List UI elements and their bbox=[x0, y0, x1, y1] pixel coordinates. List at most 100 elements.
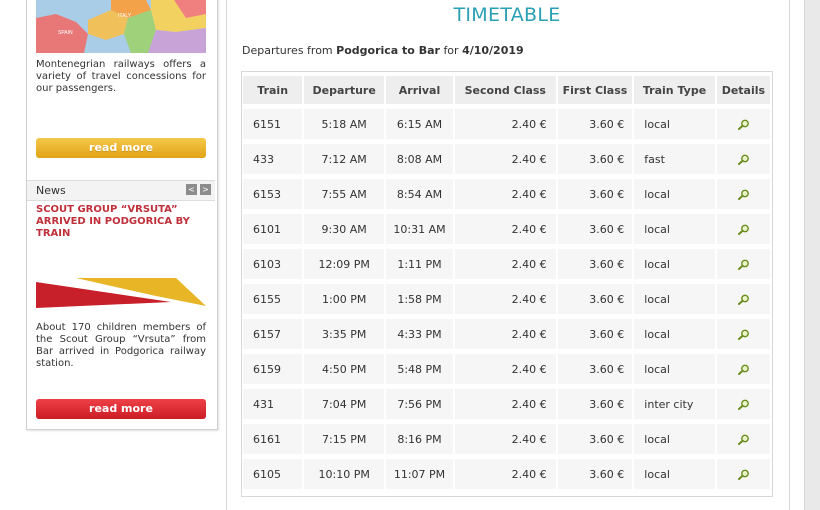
cell-arrival: 11:07 PM bbox=[386, 459, 453, 489]
cell-train: 6151 bbox=[243, 109, 303, 139]
cell-first-class: 3.60 € bbox=[557, 214, 633, 244]
cell-train-type: local bbox=[634, 319, 715, 349]
table-row: 6153 7:55 AM 8:54 AM 2.40 €3.60 € local bbox=[243, 179, 770, 209]
news-header: News < > bbox=[27, 180, 215, 201]
read-more-button-news[interactable]: read more bbox=[36, 399, 206, 419]
cell-departure: 3:35 PM bbox=[304, 319, 385, 349]
cell-second-class: 2.40 € bbox=[455, 109, 556, 139]
cell-train: 433 bbox=[243, 144, 303, 174]
cell-departure: 7:12 AM bbox=[304, 144, 385, 174]
cell-train: 6153 bbox=[243, 179, 303, 209]
cell-departure: 10:10 PM bbox=[304, 459, 385, 489]
cell-second-class: 2.40 € bbox=[455, 144, 556, 174]
cell-arrival: 4:33 PM bbox=[386, 319, 453, 349]
cell-arrival: 1:58 PM bbox=[386, 284, 453, 314]
cell-departure: 4:50 PM bbox=[304, 354, 385, 384]
map-label-italy: ITALY bbox=[118, 13, 132, 19]
table-row: 6161 7:15 PM 8:16 PM 2.40 €3.60 € local bbox=[243, 424, 770, 454]
column-header-first-class: First Class bbox=[557, 76, 633, 104]
cell-departure: 12:09 PM bbox=[304, 249, 385, 279]
cell-arrival: 7:56 PM bbox=[386, 389, 453, 419]
cell-departure: 7:04 PM bbox=[304, 389, 385, 419]
cell-second-class: 2.40 € bbox=[455, 214, 556, 244]
table-row: 6159 4:50 PM 5:48 PM 2.40 €3.60 € local bbox=[243, 354, 770, 384]
route-name: Podgorica to Bar bbox=[336, 44, 440, 57]
column-header-departure: Departure bbox=[304, 76, 385, 104]
cell-first-class: 3.60 € bbox=[557, 249, 633, 279]
cell-train-type: local bbox=[634, 459, 715, 489]
magnifier-icon[interactable] bbox=[737, 469, 750, 480]
cell-arrival: 1:11 PM bbox=[386, 249, 453, 279]
magnifier-icon[interactable] bbox=[737, 434, 750, 445]
route-date: 4/10/2019 bbox=[462, 44, 524, 57]
magnifier-icon[interactable] bbox=[737, 364, 750, 375]
table-row: 6151 5:18 AM 6:15 AM 2.40 €3.60 € local bbox=[243, 109, 770, 139]
date-prefix: for bbox=[443, 44, 459, 57]
cell-details bbox=[716, 179, 770, 209]
cell-second-class: 2.40 € bbox=[455, 179, 556, 209]
cell-train-type: fast bbox=[634, 144, 715, 174]
cell-details bbox=[716, 144, 770, 174]
cell-train-type: inter city bbox=[634, 389, 715, 419]
table-header-row: Train Departure Arrival Second Class Fir… bbox=[243, 76, 770, 104]
cell-details bbox=[716, 319, 770, 349]
cell-details bbox=[716, 109, 770, 139]
cell-train: 6159 bbox=[243, 354, 303, 384]
cell-arrival: 8:08 AM bbox=[386, 144, 453, 174]
magnifier-icon[interactable] bbox=[737, 329, 750, 340]
news-logo-graphic bbox=[36, 276, 206, 312]
cell-details bbox=[716, 424, 770, 454]
cell-train-type: local bbox=[634, 249, 715, 279]
read-more-button-promo[interactable]: read more bbox=[36, 138, 206, 158]
cell-train: 431 bbox=[243, 389, 303, 419]
cell-train: 6103 bbox=[243, 249, 303, 279]
cell-second-class: 2.40 € bbox=[455, 249, 556, 279]
timetable-table-container: Train Departure Arrival Second Class Fir… bbox=[241, 71, 773, 497]
cell-second-class: 2.40 € bbox=[455, 424, 556, 454]
magnifier-icon[interactable] bbox=[737, 294, 750, 305]
cell-train-type: local bbox=[634, 214, 715, 244]
cell-details bbox=[716, 354, 770, 384]
route-summary: Departures from Podgorica to Bar for 4/1… bbox=[242, 44, 524, 57]
news-label: News bbox=[36, 184, 66, 197]
magnifier-icon[interactable] bbox=[737, 189, 750, 200]
cell-first-class: 3.60 € bbox=[557, 179, 633, 209]
cell-details bbox=[716, 389, 770, 419]
magnifier-icon[interactable] bbox=[737, 224, 750, 235]
magnifier-icon[interactable] bbox=[737, 399, 750, 410]
news-title-link[interactable]: SCOUT GROUP “VRSUTA” ARRIVED IN PODGORIC… bbox=[36, 204, 206, 240]
cell-arrival: 5:48 PM bbox=[386, 354, 453, 384]
cell-departure: 1:00 PM bbox=[304, 284, 385, 314]
magnifier-icon[interactable] bbox=[737, 259, 750, 270]
cell-details bbox=[716, 284, 770, 314]
cell-train: 6105 bbox=[243, 459, 303, 489]
column-header-details: Details bbox=[716, 76, 770, 104]
cell-first-class: 3.60 € bbox=[557, 389, 633, 419]
cell-second-class: 2.40 € bbox=[455, 389, 556, 419]
cell-departure: 5:18 AM bbox=[304, 109, 385, 139]
cell-first-class: 3.60 € bbox=[557, 319, 633, 349]
magnifier-icon[interactable] bbox=[737, 119, 750, 130]
table-row: 6101 9:30 AM 10:31 AM 2.40 €3.60 € local bbox=[243, 214, 770, 244]
cell-first-class: 3.60 € bbox=[557, 459, 633, 489]
cell-train-type: local bbox=[634, 179, 715, 209]
table-row: 433 7:12 AM 8:08 AM 2.40 €3.60 € fast bbox=[243, 144, 770, 174]
europe-map-image: SPAIN ITALY bbox=[36, 0, 206, 53]
cell-first-class: 3.60 € bbox=[557, 109, 633, 139]
cell-details bbox=[716, 214, 770, 244]
cell-second-class: 2.40 € bbox=[455, 284, 556, 314]
cell-train: 6161 bbox=[243, 424, 303, 454]
cell-train: 6155 bbox=[243, 284, 303, 314]
magnifier-icon[interactable] bbox=[737, 154, 750, 165]
table-row: 6103 12:09 PM 1:11 PM 2.40 €3.60 € local bbox=[243, 249, 770, 279]
cell-departure: 7:15 PM bbox=[304, 424, 385, 454]
cell-arrival: 8:54 AM bbox=[386, 179, 453, 209]
news-next-button[interactable]: > bbox=[200, 184, 211, 195]
cell-departure: 9:30 AM bbox=[304, 214, 385, 244]
news-prev-button[interactable]: < bbox=[186, 184, 197, 195]
cell-arrival: 8:16 PM bbox=[386, 424, 453, 454]
cell-first-class: 3.60 € bbox=[557, 354, 633, 384]
cell-train-type: local bbox=[634, 109, 715, 139]
cell-first-class: 3.60 € bbox=[557, 284, 633, 314]
cell-arrival: 6:15 AM bbox=[386, 109, 453, 139]
